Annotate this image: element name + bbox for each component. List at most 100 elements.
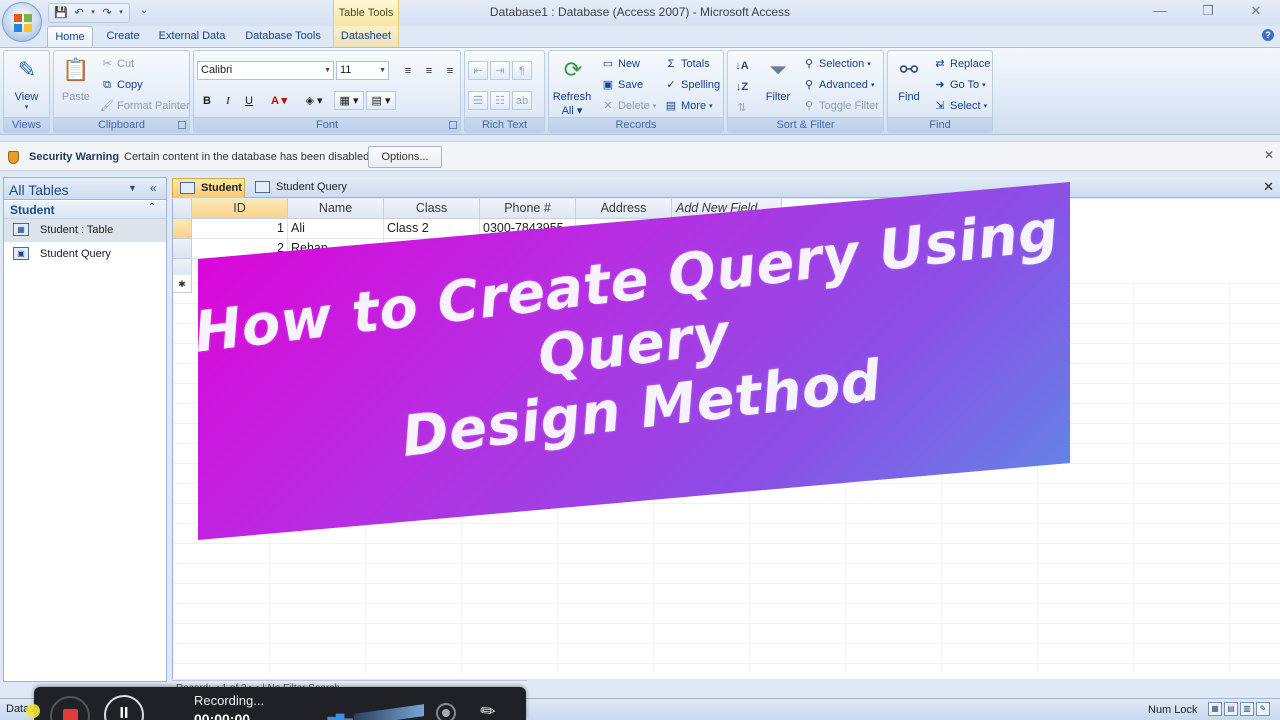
delete-record-button[interactable]: ✕ Delete ▾	[601, 99, 656, 113]
spelling-button[interactable]: ✓ Spelling	[664, 78, 720, 92]
minimize-button[interactable]: —	[1136, 0, 1184, 24]
chevron-down-icon[interactable]: ▼	[128, 183, 137, 193]
tab-home[interactable]: Home	[47, 26, 93, 47]
filter-icon[interactable]: ⏷	[762, 55, 794, 85]
replace-button[interactable]: ⇄ Replace	[933, 57, 990, 71]
more-button[interactable]: ▤ More ▾	[664, 99, 713, 113]
font-color-button[interactable]: A ▾	[264, 91, 294, 110]
close-button[interactable]: ✕	[1232, 0, 1280, 24]
nav-pane-header[interactable]: All Tables ▼ «	[4, 178, 166, 200]
window-controls: — ❐ ✕	[1136, 0, 1280, 24]
close-document-icon[interactable]: ✕	[1263, 179, 1274, 195]
highlight-icon[interactable]: ab	[512, 91, 532, 110]
tab-database-tools[interactable]: Database Tools	[238, 26, 328, 47]
options-button[interactable]: Options...	[368, 146, 442, 168]
sort-descending-icon[interactable]: ↓Z	[732, 77, 752, 96]
close-icon[interactable]: ✕	[1264, 148, 1274, 162]
cut-button[interactable]: ✂ Cut	[100, 57, 134, 71]
bullets-icon[interactable]: ☰	[468, 91, 488, 110]
format-painter-label: Format Painter	[117, 100, 190, 112]
column-header-address[interactable]: Address	[576, 199, 672, 219]
doc-tab-student[interactable]: Student	[172, 178, 245, 198]
pivot-table-view-icon[interactable]: ▤	[1224, 702, 1238, 716]
font-launcher-icon[interactable]	[449, 121, 457, 129]
navigation-pane: All Tables ▼ « Student ⌃ ▦ Student : Tab…	[3, 177, 167, 682]
refresh-icon[interactable]: ⟳	[557, 55, 589, 85]
binoculars-icon[interactable]: ⚯	[893, 55, 925, 85]
nav-group-header[interactable]: Student ⌃	[4, 201, 166, 219]
restore-button[interactable]: ❐	[1184, 0, 1232, 24]
save-record-button[interactable]: ▣ Save	[601, 78, 643, 92]
new-record-label: New	[618, 58, 641, 70]
document-tab-strip: Student Student Query	[172, 177, 1280, 198]
align-right-icon[interactable]: ≡	[440, 61, 460, 80]
gridlines-button[interactable]: ▦ ▾	[334, 91, 364, 110]
view-icon[interactable]: ✎	[11, 55, 43, 85]
alternate-fill-button[interactable]: ▤ ▾	[366, 91, 396, 110]
nav-item-student-query[interactable]: ▣ Student Query	[4, 243, 166, 266]
refresh-all-button[interactable]: Refresh	[549, 91, 595, 103]
italic-button[interactable]: I	[218, 91, 238, 110]
sigma-icon: Σ	[667, 58, 675, 70]
cell-id[interactable]: 1	[192, 219, 288, 239]
goto-button[interactable]: ➜ Go To ▾	[933, 78, 985, 92]
tab-datasheet[interactable]: Datasheet	[333, 26, 399, 47]
collapse-group-icon[interactable]: ⌃	[148, 202, 156, 213]
tab-external-data[interactable]: External Data	[153, 26, 231, 47]
find-button[interactable]: Find	[890, 91, 928, 103]
font-size-select[interactable]: 11 ▼	[336, 61, 389, 80]
paste-button[interactable]: Paste	[56, 91, 96, 103]
numbering-icon[interactable]: ☷	[490, 91, 510, 110]
webcam-icon[interactable]	[436, 703, 456, 720]
column-header-name[interactable]: Name	[288, 199, 384, 219]
pen-icon[interactable]: ✎	[476, 699, 501, 720]
fill-color-button[interactable]: ◈ ▾	[298, 91, 330, 110]
view-dropdown-icon[interactable]: ▾	[4, 103, 49, 111]
column-header-class[interactable]: Class	[384, 199, 480, 219]
collapse-pane-icon[interactable]: «	[150, 181, 157, 195]
toggle-filter-button[interactable]: ⚲ Toggle Filter	[802, 99, 879, 113]
font-face-select[interactable]: Calibri ▼	[197, 61, 334, 80]
paste-icon[interactable]: 📋	[60, 55, 92, 85]
nav-item-student-table[interactable]: ▦ Student : Table	[4, 219, 166, 242]
office-button[interactable]	[2, 2, 42, 42]
column-header-id[interactable]: ID	[192, 199, 288, 219]
totals-button[interactable]: Σ Totals	[664, 57, 710, 71]
increase-indent-icon[interactable]: ⇥	[490, 61, 510, 80]
row-selector[interactable]	[173, 219, 192, 239]
filter-button[interactable]: Filter	[758, 91, 798, 103]
totals-label: Totals	[681, 58, 710, 70]
save-record-icon: ▣	[602, 79, 614, 91]
cell-name[interactable]: Ali	[288, 219, 384, 239]
datasheet-view-icon[interactable]: ▦	[1208, 702, 1222, 716]
clear-sort-icon[interactable]: ⇅	[732, 98, 752, 117]
tab-create[interactable]: Create	[100, 26, 146, 47]
ltr-icon[interactable]: ¶	[512, 61, 532, 80]
column-header-phone[interactable]: Phone #	[480, 199, 576, 219]
new-record-button[interactable]: ▭ New	[601, 57, 640, 71]
align-center-icon[interactable]: ≡	[419, 61, 439, 80]
row-selector[interactable]	[173, 239, 192, 259]
doc-tab-student-query[interactable]: Student Query	[248, 178, 348, 198]
clipboard-group-label: Clipboard	[54, 117, 189, 132]
pause-recording-button[interactable]: II	[104, 695, 144, 720]
help-icon[interactable]: ?	[1262, 29, 1274, 41]
selection-button[interactable]: ⚲ Selection ▾	[802, 57, 871, 71]
bold-button[interactable]: B	[197, 91, 217, 110]
format-painter-button[interactable]: 🖌 Format Painter	[100, 99, 190, 113]
view-button[interactable]: View	[4, 91, 49, 103]
align-left-icon[interactable]: ≡	[398, 61, 418, 80]
find-group: ⚯ Find ⇄ Replace ➜ Go To ▾ ⇲ Select ▾ Find	[887, 50, 993, 133]
clipboard-launcher-icon[interactable]	[178, 121, 186, 129]
decrease-indent-icon[interactable]: ⇤	[468, 61, 488, 80]
spelling-label: Spelling	[681, 79, 721, 91]
design-view-icon[interactable]: ✎	[1256, 702, 1270, 716]
advanced-button[interactable]: ⚲ Advanced ▾	[802, 78, 874, 92]
sort-ascending-icon[interactable]: ↓A	[732, 56, 752, 75]
stop-recording-button[interactable]	[50, 696, 90, 720]
select-all-corner[interactable]	[173, 199, 192, 219]
select-button[interactable]: ⇲ Select ▾	[933, 99, 987, 113]
copy-button[interactable]: ⧉ Copy	[100, 78, 143, 92]
pivot-chart-view-icon[interactable]: ▥	[1240, 702, 1254, 716]
underline-button[interactable]: U	[239, 91, 259, 110]
